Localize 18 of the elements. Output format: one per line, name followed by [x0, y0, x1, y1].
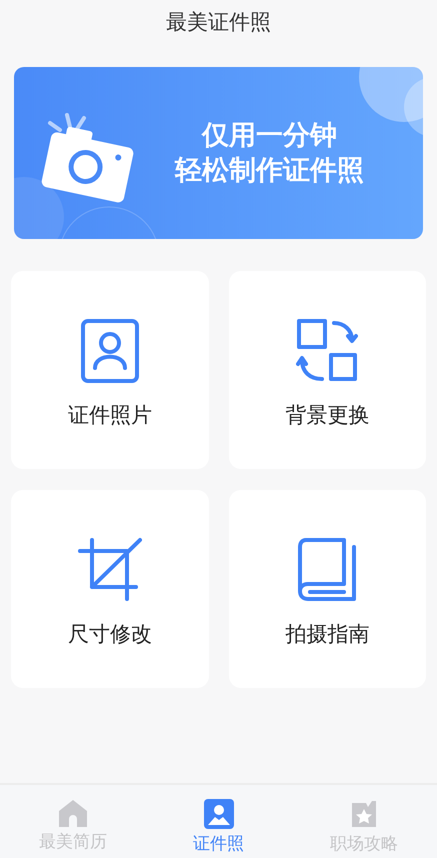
home-icon [58, 799, 88, 827]
feature-card[interactable]: 证件照片 [11, 271, 208, 469]
book-icon [296, 537, 358, 603]
feature-card[interactable]: 背景更换 [228, 271, 426, 469]
feature-label: 背景更换 [285, 402, 370, 429]
portrait-photo-icon [204, 799, 234, 829]
banner-subheadline: 轻松制作证件照 [175, 157, 364, 184]
swap-icon [296, 318, 358, 384]
feature-label: 拍摄指南 [285, 621, 370, 648]
crop-icon [78, 537, 142, 603]
feature-card[interactable]: 拍摄指南 [228, 490, 426, 688]
page-title: 最美证件照 [166, 8, 271, 36]
feature-card[interactable]: 尺寸修改 [11, 490, 208, 688]
feature-label: 证件照片 [68, 402, 152, 429]
portrait-icon [80, 318, 140, 384]
banner-headline: 仅用一分钟 [202, 122, 337, 149]
star-card-icon [350, 799, 378, 829]
feature-label: 尺寸修改 [68, 621, 152, 648]
